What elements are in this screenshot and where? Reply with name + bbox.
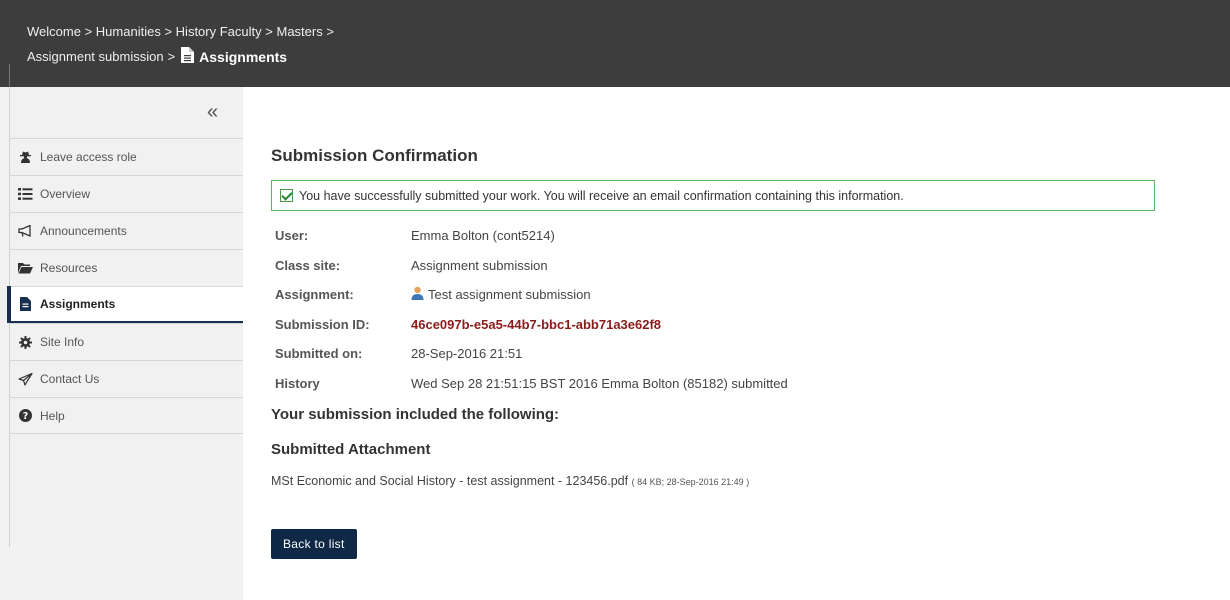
attachment-item: MSt Economic and Social History - test a…	[271, 474, 1171, 488]
success-alert: You have successfully submitted your wor…	[271, 180, 1155, 211]
breadcrumb-item-masters[interactable]: Masters	[276, 24, 322, 39]
sidebar-item-label: Announcements	[40, 224, 127, 238]
sidebar-item-assignments[interactable]: Assignments	[7, 286, 243, 323]
document-icon	[181, 47, 195, 66]
sidebar-item-label: Assignments	[40, 297, 116, 311]
list-icon	[15, 188, 35, 200]
attachment-link[interactable]: MSt Economic and Social History - test a…	[271, 474, 628, 488]
breadcrumb-current: Assignments	[199, 48, 288, 65]
breadcrumb-item-welcome[interactable]: Welcome	[27, 24, 81, 39]
sidebar: « Leave access role Overview Announcemen…	[0, 87, 243, 600]
question-icon: ?	[15, 409, 35, 422]
megaphone-icon	[15, 225, 35, 237]
breadcrumb-separator: >	[84, 24, 93, 39]
breadcrumb-item-humanities[interactable]: Humanities	[96, 24, 161, 39]
sidebar-item-label: Overview	[40, 187, 91, 201]
main-content: Submission Confirmation You have success…	[271, 146, 1171, 559]
detail-row-class-site: Class site: Assignment submission	[271, 251, 1171, 281]
folder-open-icon	[15, 262, 35, 274]
attachment-heading: Submitted Attachment	[271, 441, 431, 458]
sidebar-item-resources[interactable]: Resources	[9, 249, 243, 286]
svg-text:?: ?	[22, 411, 28, 422]
user-secret-icon	[15, 151, 35, 163]
class-site-value: Assignment submission	[411, 257, 548, 273]
page-title: Submission Confirmation	[271, 146, 478, 165]
checkbox-checked-icon	[280, 189, 293, 202]
attachment-meta: ( 84 KB; 28-Sep-2016 21:49 )	[631, 477, 750, 487]
sidebar-item-label: Resources	[40, 261, 98, 275]
success-message: You have successfully submitted your wor…	[299, 188, 904, 203]
user-label: User:	[275, 228, 309, 244]
assignment-label: Assignment:	[275, 287, 354, 303]
submitted-on-label: Submitted on:	[275, 346, 363, 362]
divider	[9, 64, 10, 87]
detail-row-submitted-on: Submitted on: 28-Sep-2016 21:51	[271, 339, 1171, 369]
user-value: Emma Bolton (cont5214)	[411, 228, 555, 244]
detail-row-history: History Wed Sep 28 21:51:15 BST 2016 Emm…	[271, 369, 1171, 399]
paper-plane-icon	[15, 372, 35, 386]
submission-id-label: Submission ID:	[275, 316, 370, 332]
breadcrumb: Welcome > Humanities > History Faculty >…	[27, 24, 1230, 44]
sidebar-item-label: Site Info	[40, 335, 85, 349]
breadcrumb-item-assignment-submission[interactable]: Assignment submission	[27, 49, 164, 64]
breadcrumb-separator: >	[167, 49, 176, 64]
included-heading: Your submission included the following:	[271, 406, 560, 423]
sidebar-item-help[interactable]: ? Help	[9, 397, 243, 434]
detail-row-assignment: Assignment: Test assignment submission	[271, 280, 1171, 310]
submission-details: User: Emma Bolton (cont5214) Class site:…	[271, 221, 1171, 398]
class-site-label: Class site:	[275, 257, 341, 273]
collapse-sidebar-button[interactable]: «	[207, 101, 218, 124]
assignment-value: Test assignment submission	[428, 287, 591, 303]
user-icon	[411, 286, 424, 303]
assignment-value-wrap: Test assignment submission	[411, 286, 591, 303]
history-label: History	[275, 375, 320, 391]
detail-row-submission-id: Submission ID: 46ce097b-e5a5-44b7-bbc1-a…	[271, 310, 1171, 340]
breadcrumb-item-history-faculty[interactable]: History Faculty	[176, 24, 262, 39]
gear-icon	[15, 335, 35, 349]
sidebar-item-site-info[interactable]: Site Info	[9, 323, 243, 360]
sidebar-item-announcements[interactable]: Announcements	[9, 212, 243, 249]
sidebar-item-overview[interactable]: Overview	[9, 175, 243, 212]
sidebar-item-label: Help	[40, 408, 65, 423]
history-value: Wed Sep 28 21:51:15 BST 2016 Emma Bolton…	[411, 375, 788, 391]
top-header: Welcome > Humanities > History Faculty >…	[0, 0, 1230, 87]
sidebar-item-contact-us[interactable]: Contact Us	[9, 360, 243, 397]
sidebar-item-leave-access-role[interactable]: Leave access role	[9, 138, 243, 175]
submitted-on-value: 28-Sep-2016 21:51	[411, 346, 523, 362]
breadcrumb-separator: >	[164, 24, 173, 39]
submission-id-value: 46ce097b-e5a5-44b7-bbc1-abb71a3e62f8	[411, 316, 662, 332]
breadcrumb-separator: >	[326, 24, 334, 39]
sidebar-nav: Leave access role Overview Announcements…	[7, 138, 243, 434]
back-to-list-button[interactable]: Back to list	[271, 529, 357, 559]
sidebar-item-label: Leave access role	[40, 150, 137, 164]
detail-row-user: User: Emma Bolton (cont5214)	[271, 221, 1171, 251]
file-icon	[15, 297, 35, 311]
breadcrumb-separator: >	[265, 24, 273, 39]
sidebar-item-label: Contact Us	[40, 372, 100, 386]
